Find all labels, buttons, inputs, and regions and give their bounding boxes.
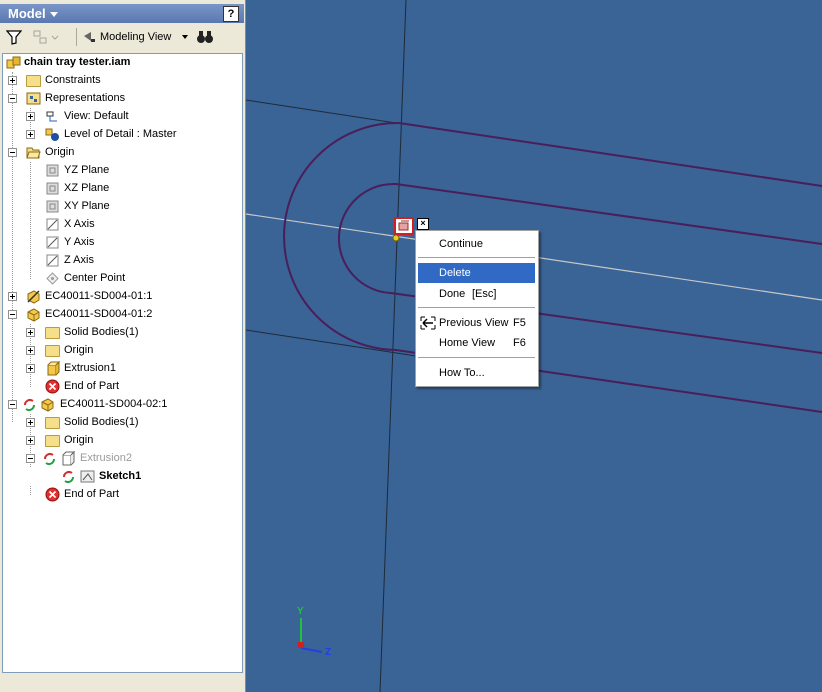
update-icon xyxy=(24,399,35,411)
plane-icon xyxy=(46,164,59,177)
browser-view-dropdown[interactable]: Modeling View xyxy=(82,28,190,46)
extrusion-icon xyxy=(47,361,60,376)
tree-row-end-of-part[interactable]: End of Part xyxy=(3,378,242,396)
modeling-view-icon xyxy=(84,32,95,42)
tree-row-center-point[interactable]: Center Point xyxy=(3,270,242,288)
update-icon xyxy=(44,453,55,465)
folder-icon xyxy=(45,417,60,429)
sketch-icon xyxy=(80,470,95,483)
menu-separator xyxy=(418,307,535,308)
model-tree: chain tray tester.iam Constraints Repres… xyxy=(2,53,243,673)
plane-icon xyxy=(46,200,59,213)
tree-row-constraints[interactable]: Constraints xyxy=(3,72,242,90)
expand-icon[interactable] xyxy=(26,328,35,337)
toolbar-separator xyxy=(76,28,77,46)
part-icon xyxy=(41,398,54,412)
assembly-icon xyxy=(6,56,21,69)
sketch-glyph-icon[interactable] xyxy=(394,217,414,235)
browser-toolbar: Modeling View xyxy=(0,25,244,50)
tree-row-x-axis[interactable]: X Axis xyxy=(3,216,242,234)
end-of-part-icon xyxy=(45,487,60,502)
tree-row-component-2[interactable]: EC40011-SD004-01:2 xyxy=(3,306,242,324)
tree-row-z-axis[interactable]: Z Axis xyxy=(3,252,242,270)
representations-icon xyxy=(26,92,41,105)
tree-row-solid-bodies-2[interactable]: Solid Bodies(1) xyxy=(3,414,242,432)
panel-title-dropdown[interactable]: Model xyxy=(8,6,58,21)
expand-icon[interactable] xyxy=(8,292,17,301)
expand-icon[interactable] xyxy=(26,364,35,373)
expand-icon[interactable] xyxy=(26,112,35,121)
extrusion-icon xyxy=(62,451,75,466)
folder-icon xyxy=(45,345,60,357)
center-point-icon xyxy=(46,272,59,285)
tree-row-origin-3[interactable]: Origin xyxy=(3,432,242,450)
collapse-icon[interactable] xyxy=(8,148,17,157)
tree-row-yz-plane[interactable]: YZ Plane xyxy=(3,162,242,180)
chevron-down-icon xyxy=(49,12,58,18)
tree-row-origin-2[interactable]: Origin xyxy=(3,342,242,360)
update-icon xyxy=(63,471,74,483)
folder-icon xyxy=(45,327,60,339)
menu-item-home-view[interactable]: Home View F6 xyxy=(418,333,535,353)
menu-separator xyxy=(418,257,535,258)
menu-separator xyxy=(418,357,535,358)
chevron-down-icon xyxy=(182,35,188,39)
folder-icon xyxy=(26,75,41,87)
help-button[interactable]: ? xyxy=(223,6,239,22)
menu-item-how-to[interactable]: How To... xyxy=(418,363,535,383)
tree-row-representations[interactable]: Representations xyxy=(3,90,242,108)
expand-icon[interactable] xyxy=(8,76,17,85)
collapse-icon[interactable] xyxy=(26,454,35,463)
folder-icon xyxy=(45,435,60,447)
axis-icon xyxy=(46,236,59,249)
grounded-part-icon xyxy=(27,290,40,304)
axis-icon xyxy=(46,254,59,267)
triad-z-label: Z xyxy=(325,647,332,658)
end-of-part-icon xyxy=(45,379,60,394)
triad-origin xyxy=(298,642,304,648)
model-browser-panel: Model ? Modeling View chain tray tester.… xyxy=(0,0,246,692)
tree-row-end-of-part-2[interactable]: End of Part xyxy=(3,486,242,504)
menu-item-done[interactable]: Done [Esc] xyxy=(418,284,535,304)
tree-row-component-3[interactable]: EC40011-SD004-02:1 xyxy=(3,396,242,414)
tree-row-origin[interactable]: Origin xyxy=(3,144,242,162)
close-icon[interactable]: × xyxy=(417,218,429,230)
context-menu: Continue Delete Done [Esc] Previous View F… xyxy=(415,230,539,387)
panel-header: Model ? xyxy=(0,4,244,23)
menu-item-delete[interactable]: Delete xyxy=(418,263,535,283)
tree-row-extrusion2[interactable]: Extrusion2 xyxy=(3,450,242,468)
menu-item-continue[interactable]: Continue xyxy=(418,234,535,254)
expand-icon[interactable] xyxy=(26,346,35,355)
menu-item-previous-view[interactable]: Previous View F5 xyxy=(418,313,535,333)
tree-row-assembly[interactable]: chain tray tester.iam xyxy=(3,54,242,72)
binoculars-icon[interactable] xyxy=(196,28,214,46)
collapse-icon[interactable] xyxy=(8,310,17,319)
tree-row-level-of-detail[interactable]: Level of Detail : Master xyxy=(3,126,242,144)
filter-icon[interactable] xyxy=(6,28,22,46)
expand-icon[interactable] xyxy=(26,418,35,427)
expand-icon[interactable] xyxy=(26,436,35,445)
expand-icon[interactable] xyxy=(26,130,35,139)
open-folder-icon xyxy=(26,147,41,159)
tree-row-xz-plane[interactable]: XZ Plane xyxy=(3,180,242,198)
part-icon xyxy=(27,308,40,322)
tree-row-solid-bodies[interactable]: Solid Bodies(1) xyxy=(3,324,242,342)
triad-y-label: Y xyxy=(297,606,304,617)
sketch-point[interactable] xyxy=(392,234,400,242)
axis-icon xyxy=(46,218,59,231)
tree-row-component-1[interactable]: EC40011-SD004-01:1 xyxy=(3,288,242,306)
tree-row-extrusion1[interactable]: Extrusion1 xyxy=(3,360,242,378)
expand-tree-icon[interactable] xyxy=(32,28,60,46)
level-of-detail-icon xyxy=(45,128,59,141)
view-rep-icon xyxy=(46,111,57,122)
tree-row-xy-plane[interactable]: XY Plane xyxy=(3,198,242,216)
plane-icon xyxy=(46,182,59,195)
collapse-icon[interactable] xyxy=(8,94,17,103)
tree-row-view-default[interactable]: View: Default xyxy=(3,108,242,126)
tree-row-y-axis[interactable]: Y Axis xyxy=(3,234,242,252)
previous-view-icon xyxy=(420,316,436,330)
tree-row-sketch1[interactable]: Sketch1 xyxy=(3,468,242,486)
collapse-icon[interactable] xyxy=(8,400,17,409)
